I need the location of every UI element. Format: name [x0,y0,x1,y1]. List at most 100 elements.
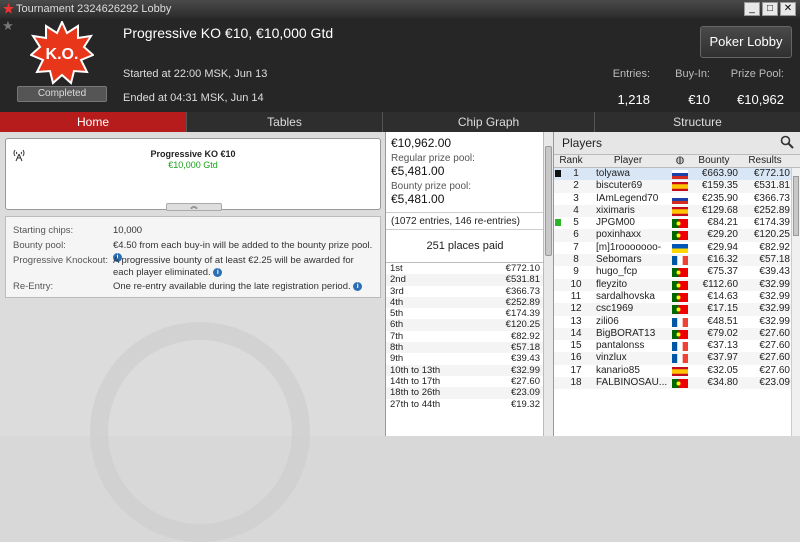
player-row[interactable]: 10 fleyzito €112.60 €32.99 [554,278,800,291]
players-columns: Rank Player ◍ Bounty Results [554,154,800,168]
player-rank: 13 [570,315,582,327]
col-player[interactable]: Player [588,155,668,167]
info-icon[interactable]: i [213,267,223,277]
player-row[interactable]: 16 vinzlux €37.97 €27.60 [554,352,800,365]
payout-place: 8th [390,342,404,354]
player-name: FALBINOSAU... [596,377,668,389]
info-subtitle: €10,000 Gtd [168,160,218,170]
poker-lobby-button[interactable]: Poker Lobby [700,26,792,58]
scroll-thumb[interactable] [793,176,799,236]
fr-flag-icon [672,354,688,364]
tournament-info-box: Progressive KO €10 €10,000 Gtd ︽ [5,138,381,211]
home-panel: Progressive KO €10 €10,000 Gtd ︽ Startin… [0,132,385,542]
player-bounty: €112.60 [702,278,738,290]
player-row[interactable]: 18 FALBINOSAU... €34.80 €23.09 [554,377,800,390]
payout-row: 7th €82.92 [386,331,544,342]
player-row[interactable]: 14 BigBORAT13 €79.02 €27.60 [554,327,800,341]
payout-place: 27th to 44th [390,398,441,410]
payout-row: 10th to 13th €32.99 [386,364,544,376]
buyin-stat: Buy-In: €10 [660,68,710,107]
payout-place: 1st [390,263,403,274]
player-bounty: €159.35 [701,180,738,192]
fr-flag-icon [672,317,688,327]
fr-flag-icon [672,342,688,352]
player-result: €174.39 [753,217,790,229]
player-bounty: €79.02 [707,327,738,339]
player-bounty: €34.80 [707,377,738,389]
payout-place: 3rd [390,285,404,297]
payout-row: 5th €174.39 [386,308,544,319]
payout-amount: €531.81 [505,274,540,286]
players-title: Players [562,136,603,150]
close-button[interactable]: ✕ [780,2,796,16]
player-rank: 8 [573,254,579,266]
window-controls: _ □ ✕ [744,2,796,16]
player-rank: 10 [570,278,582,290]
tab-structure[interactable]: Structure [595,112,800,132]
total-prize: €10,962.00 [391,136,452,150]
player-row[interactable]: 17 kanario85 €32.05 €27.60 [554,365,800,377]
player-rank: 4 [573,204,579,216]
search-icon[interactable] [780,135,794,149]
minimize-button[interactable]: _ [744,2,760,16]
player-row[interactable]: 3 IAmLegend70 €235.90 €366.73 [554,193,800,205]
payout-amount: €252.89 [505,296,540,308]
player-row[interactable]: 8 Sebomars €16.32 €57.18 [554,254,800,267]
tab-home[interactable]: Home [0,112,187,132]
payout-row: 9th €39.43 [386,353,544,364]
player-row[interactable]: 9 hugo_fcp €75.37 €39.43 [554,266,800,278]
pt-flag-icon [672,292,688,302]
payout-amount: €32.99 [510,364,540,376]
payout-place: 6th [390,319,404,331]
pt-flag-icon [672,231,688,241]
detail-key: Starting chips: [13,225,74,236]
player-row[interactable]: 5 JPGM00 €84.21 €174.39 [554,217,800,229]
player-row[interactable]: 11 sardalhovska €14.63 €32.99 [554,291,800,303]
player-result: €772.10 [753,168,790,179]
player-bounty: €29.94 [707,241,738,253]
player-bounty: €129.68 [701,204,738,216]
player-rank: 14 [570,327,582,339]
bounty-pool-label: Bounty prize pool: [391,181,472,192]
player-result: €531.81 [753,180,790,192]
payout-place: 9th [390,353,404,365]
regular-pool-value: €5,481.00 [391,164,445,178]
detail-value: One re-entry available during the late r… [113,281,373,293]
player-rank: 16 [570,352,582,364]
player-result: €252.89 [753,204,790,216]
col-results[interactable]: Results [740,155,790,167]
player-row[interactable]: 4 xiximaris €129.68 €252.89 [554,204,800,218]
player-name: BigBORAT13 [596,327,656,339]
scroll-thumb[interactable] [545,146,552,256]
buyin-value: €10 [688,92,710,107]
tab-chip-graph[interactable]: Chip Graph [383,112,595,132]
payout-amount: €772.10 [505,263,540,274]
player-row[interactable]: 13 zili06 €48.51 €32.99 [554,316,800,328]
player-row[interactable]: 15 pantalonss €37.13 €27.60 [554,340,800,352]
bounty-pool-value: €5,481.00 [391,192,445,206]
logo-text: K.O. [46,46,79,63]
player-bounty: €663.90 [701,168,738,179]
player-bounty: €84.21 [707,217,738,229]
info-icon[interactable]: i [353,281,363,291]
player-row[interactable]: 6 poxinhaxx €29.20 €120.25 [554,229,800,242]
payout-amount: €23.09 [510,387,540,399]
player-row[interactable]: 7 [m]1rooooooo- €29.94 €82.92 [554,242,800,254]
player-row[interactable]: 12 csc1969 €17.15 €32.99 [554,303,800,316]
col-rank[interactable]: Rank [556,155,586,167]
col-bounty[interactable]: Bounty [688,155,740,167]
globe-icon[interactable]: ◍ [672,155,688,167]
prizepool-value: €10,962 [737,92,784,107]
tab-tables[interactable]: Tables [187,112,383,132]
prize-scrollbar[interactable] [543,132,553,436]
ko-logo: K.O. [30,21,94,85]
favorite-star-icon[interactable]: ★ [0,18,16,34]
player-name: vinzlux [596,352,627,364]
maximize-button[interactable]: □ [762,2,778,16]
player-name: biscuter69 [596,180,643,192]
payout-row: 14th to 17th €27.60 [386,376,544,387]
players-scrollbar[interactable] [791,168,800,436]
collapse-button[interactable]: ︽ [166,203,222,211]
player-row[interactable]: 2 biscuter69 €159.35 €531.81 [554,180,800,193]
player-row[interactable]: 1 tolyawa €663.90 €772.10 [554,168,800,181]
